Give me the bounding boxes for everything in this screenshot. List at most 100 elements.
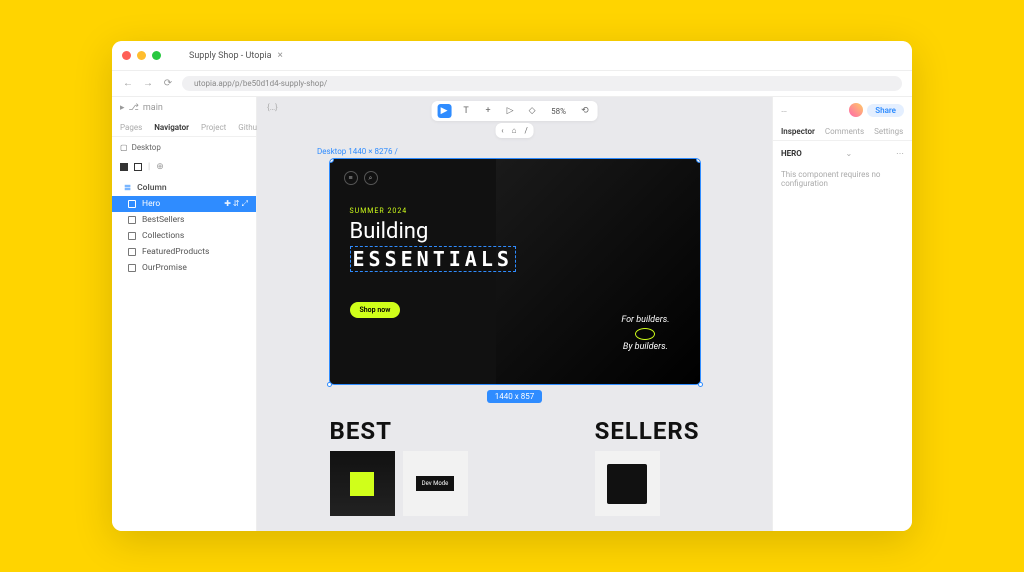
more-icon[interactable]: ⋯: [896, 149, 904, 158]
navigator-tree: ≣ Column Hero ✚ ⇵ ⤢ BestSellers Collecti…: [112, 176, 256, 531]
devmode-label: Dev Mode: [416, 476, 455, 491]
component-header[interactable]: HERO ⌄ ⋯: [773, 141, 912, 166]
best-col-left: BEST Dev Mode: [330, 417, 468, 516]
tree-item-collections[interactable]: Collections: [112, 228, 256, 244]
breadcrumb-row: ‹ ⌂ /: [495, 123, 534, 138]
chevron-icon: ▸: [120, 103, 125, 113]
url-field[interactable]: utopia.app/p/be50d1d4-supply-shop/: [182, 76, 902, 91]
product-card-3[interactable]: [595, 451, 660, 516]
tree-parent-column[interactable]: ≣ Column: [112, 180, 256, 196]
text-tool[interactable]: T: [459, 104, 473, 118]
preset-1[interactable]: [120, 163, 128, 171]
parent-label: Column: [137, 183, 166, 193]
selection-dimensions: 1440 x 857: [487, 390, 542, 403]
branch-name: main: [143, 103, 163, 113]
avatar[interactable]: [849, 103, 863, 117]
component-icon: [128, 216, 136, 224]
back-icon[interactable]: ←: [122, 78, 134, 90]
tree-item-bestsellers[interactable]: BestSellers: [112, 212, 256, 228]
component-icon: [128, 200, 136, 208]
item-label: OurPromise: [142, 263, 187, 273]
left-panel: ▸ ⎇ main Pages Navigator Project Github …: [112, 97, 257, 531]
hero-body: SUMMER 2024 Building ESSENTIALS Shop now: [330, 197, 700, 328]
best-heading: BEST: [330, 417, 468, 445]
play-icon[interactable]: ▷: [503, 104, 517, 118]
item-label: Collections: [142, 231, 184, 241]
traffic-lights[interactable]: [122, 51, 161, 60]
component-name: HERO: [781, 149, 802, 158]
zoom-level[interactable]: 58%: [547, 107, 570, 116]
product-card-2[interactable]: Dev Mode: [403, 451, 468, 516]
column-icon: ≣: [124, 183, 131, 193]
breadcrumb-sep: /: [524, 126, 527, 135]
tree-item-promise[interactable]: OurPromise: [112, 260, 256, 276]
tab-pages[interactable]: Pages: [120, 123, 142, 132]
tab-title: Supply Shop - Utopia: [189, 51, 272, 61]
toolbar-row-1: ▶ T + ▷ ◇ 58% ⟲: [431, 101, 598, 121]
comment-icon[interactable]: ◇: [525, 104, 539, 118]
reload-icon[interactable]: ⟳: [162, 78, 174, 90]
handle-bl[interactable]: [327, 382, 332, 387]
season-label: SUMMER 2024: [350, 207, 680, 215]
tab-project[interactable]: Project: [201, 123, 226, 132]
pixel-icon: [350, 472, 374, 496]
hero-heading-2[interactable]: ESSENTIALS: [350, 246, 516, 272]
tote-bag-icon: [607, 464, 647, 504]
maximize-icon[interactable]: [152, 51, 161, 60]
left-tabs: Pages Navigator Project Github: [112, 119, 256, 137]
share-row: … Share: [773, 97, 912, 123]
canvas-toolbar: ▶ T + ▷ ◇ 58% ⟲ ‹ ⌂ /: [431, 101, 598, 138]
tab-navigator[interactable]: Navigator: [154, 123, 189, 132]
inspector-tabs: Inspector Comments Settings: [773, 123, 912, 141]
hero-frame[interactable]: For builders. By builders. ≡ ⌕ SU: [330, 159, 700, 384]
component-icon: [128, 248, 136, 256]
tab-inspector[interactable]: Inspector: [781, 127, 815, 136]
hero-heading-1[interactable]: Building: [350, 219, 680, 244]
address-bar: ← → ⟳ utopia.app/p/be50d1d4-supply-shop/: [112, 71, 912, 97]
globe-icon: [635, 328, 655, 340]
preset-add-icon[interactable]: ⊕: [156, 162, 164, 172]
device-row[interactable]: ▢ Desktop: [112, 137, 256, 158]
tab-settings[interactable]: Settings: [874, 127, 903, 136]
tab-comments[interactable]: Comments: [825, 127, 864, 136]
share-button[interactable]: Share: [867, 104, 904, 117]
canvas-viewport[interactable]: Desktop 1440 × 8276 / For builders. By b…: [257, 97, 772, 531]
frame-label[interactable]: Desktop 1440 × 8276 /: [317, 147, 398, 156]
branch-selector[interactable]: ▸ ⎇ main: [112, 97, 256, 119]
close-tab-icon[interactable]: ×: [278, 50, 283, 61]
url-text: utopia.app/p/be50d1d4-supply-shop/: [194, 79, 327, 88]
shop-now-button[interactable]: Shop now: [350, 302, 401, 318]
forward-icon[interactable]: →: [142, 78, 154, 90]
preset-divider: |: [148, 162, 150, 172]
menu-icon[interactable]: ≡: [344, 171, 358, 185]
item-label: FeaturedProducts: [142, 247, 209, 257]
home-icon[interactable]: ⌂: [512, 126, 517, 135]
chevron-left-icon[interactable]: ‹: [501, 126, 503, 135]
chevron-down-icon[interactable]: ⌄: [846, 149, 853, 158]
right-panel: … Share Inspector Comments Settings HERO…: [772, 97, 912, 531]
add-tool[interactable]: +: [481, 104, 495, 118]
viewport-presets: | ⊕: [112, 158, 256, 176]
menu-dots-icon[interactable]: …: [781, 105, 787, 115]
branch-icon: ⎇: [129, 103, 139, 113]
search-icon[interactable]: ⌕: [364, 171, 378, 185]
browser-tab[interactable]: Supply Shop - Utopia ×: [181, 46, 291, 65]
brackets-icon: {…}: [267, 103, 278, 112]
tree-item-featured[interactable]: FeaturedProducts: [112, 244, 256, 260]
close-icon[interactable]: [122, 51, 131, 60]
hero-selection-wrap: For builders. By builders. ≡ ⌕ SU: [330, 159, 700, 384]
handle-br[interactable]: [698, 382, 703, 387]
sellers-heading: SELLERS: [595, 417, 700, 445]
code-tab[interactable]: {…}: [267, 103, 278, 112]
preset-2[interactable]: [134, 163, 142, 171]
item-tools[interactable]: ✚ ⇵ ⤢: [224, 199, 248, 209]
select-tool[interactable]: ▶: [437, 104, 451, 118]
tree-item-hero[interactable]: Hero ✚ ⇵ ⤢: [112, 196, 256, 212]
minimize-icon[interactable]: [137, 51, 146, 60]
reset-zoom-icon[interactable]: ⟲: [578, 104, 592, 118]
canvas[interactable]: {…} ▶ T + ▷ ◇ 58% ⟲ ‹ ⌂ /: [257, 97, 772, 531]
product-card-1[interactable]: [330, 451, 395, 516]
best-col-right: SELLERS: [595, 417, 700, 516]
component-icon: [128, 264, 136, 272]
monitor-icon: ▢: [120, 143, 128, 152]
